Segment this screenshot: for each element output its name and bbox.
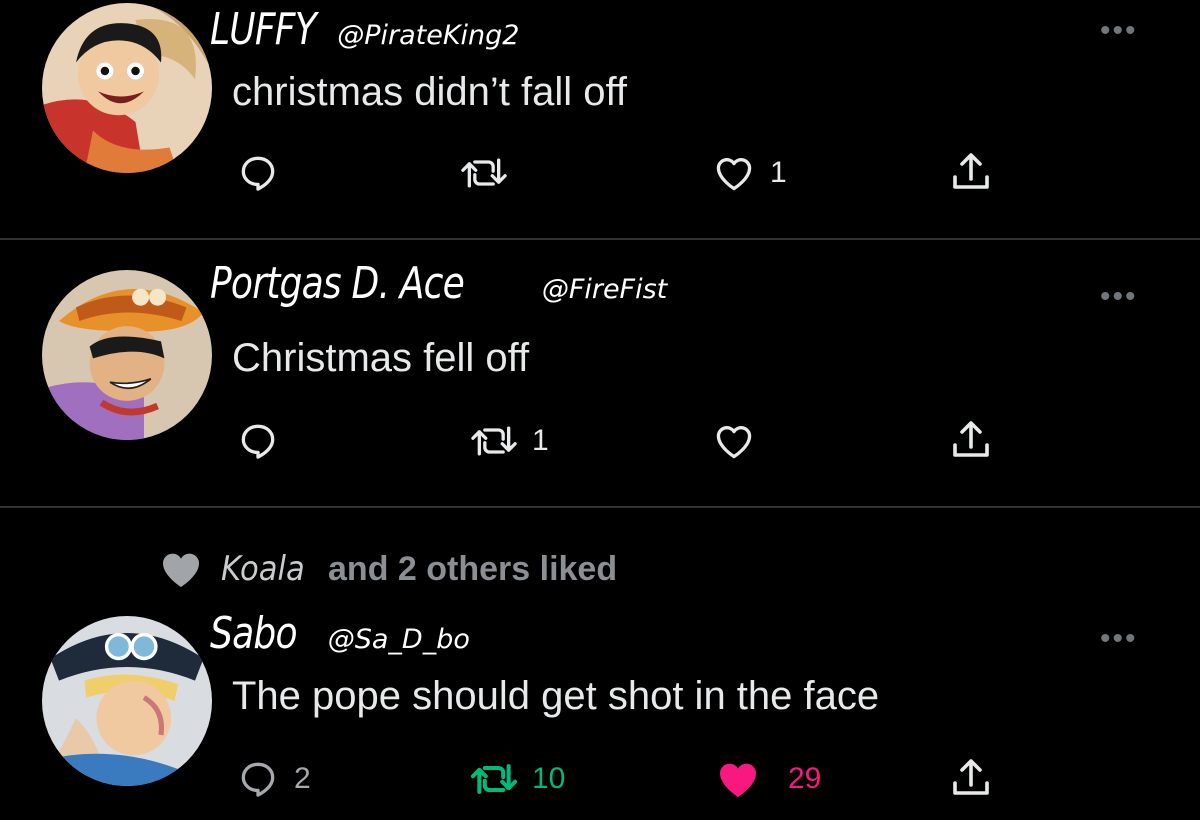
tweet-actions: 1 [0,148,1200,198]
display-name[interactable]: Sabo [210,608,298,659]
retweet-icon [471,426,517,456]
retweet-icon [461,158,507,188]
tweet-text: The pope should get shot in the face [232,674,880,718]
like-button[interactable] [712,416,770,466]
retweet-button[interactable]: 10 [470,754,565,804]
retweet-button[interactable]: 1 [470,416,549,466]
heart-icon [716,426,752,459]
share-icon [953,421,989,457]
display-name[interactable]: LUFFY [210,4,317,55]
tweet-sabo[interactable]: Sabo @Sa_D_bo ••• The pope should get sh… [0,508,1200,820]
reply-button[interactable]: 2 [236,754,311,804]
share-icon [953,153,989,189]
heart-icon [716,158,752,191]
share-button[interactable] [946,416,996,466]
reply-button[interactable] [236,416,294,466]
like-count: 29 [788,762,822,795]
tweet-text: Christmas fell off [232,336,530,380]
tweet-actions: 1 [0,416,1200,466]
user-handle[interactable]: @Sa_D_bo [328,624,470,655]
timeline-feed: LUFFY @PirateKing2 ••• christmas didn’t … [0,0,1200,820]
more-icon[interactable]: ••• [1100,624,1138,654]
reply-count: 2 [294,762,311,795]
heart-icon [719,763,757,797]
reply-icon [241,762,275,797]
avatar[interactable] [42,270,212,440]
display-name[interactable]: Portgas D. Ace [210,258,465,309]
user-handle[interactable]: @PirateKing2 [337,20,519,51]
tweet-text: christmas didn’t fall off [232,70,627,114]
retweet-count: 10 [532,762,566,795]
reply-icon [241,156,275,191]
reply-icon [241,424,275,459]
user-handle[interactable]: @FireFist [542,274,667,305]
share-button[interactable] [946,754,996,804]
tweet-actions: 2 10 29 [0,754,1200,804]
tweet-ace[interactable]: Portgas D. Ace @FireFist ••• Christmas f… [0,240,1200,506]
retweet-button[interactable] [460,148,522,198]
share-icon [953,759,989,795]
like-button[interactable]: 29 [712,754,821,804]
ace-avatar-icon [42,270,212,440]
retweet-count: 1 [532,424,549,457]
more-icon[interactable]: ••• [1100,282,1138,312]
reply-button[interactable] [236,148,294,198]
tweet-luffy[interactable]: LUFFY @PirateKing2 ••• christmas didn’t … [0,0,1200,238]
like-button[interactable]: 1 [712,148,787,198]
more-icon[interactable]: ••• [1100,16,1138,46]
retweet-icon [470,764,518,794]
like-count: 1 [770,156,787,189]
share-button[interactable] [946,148,996,198]
